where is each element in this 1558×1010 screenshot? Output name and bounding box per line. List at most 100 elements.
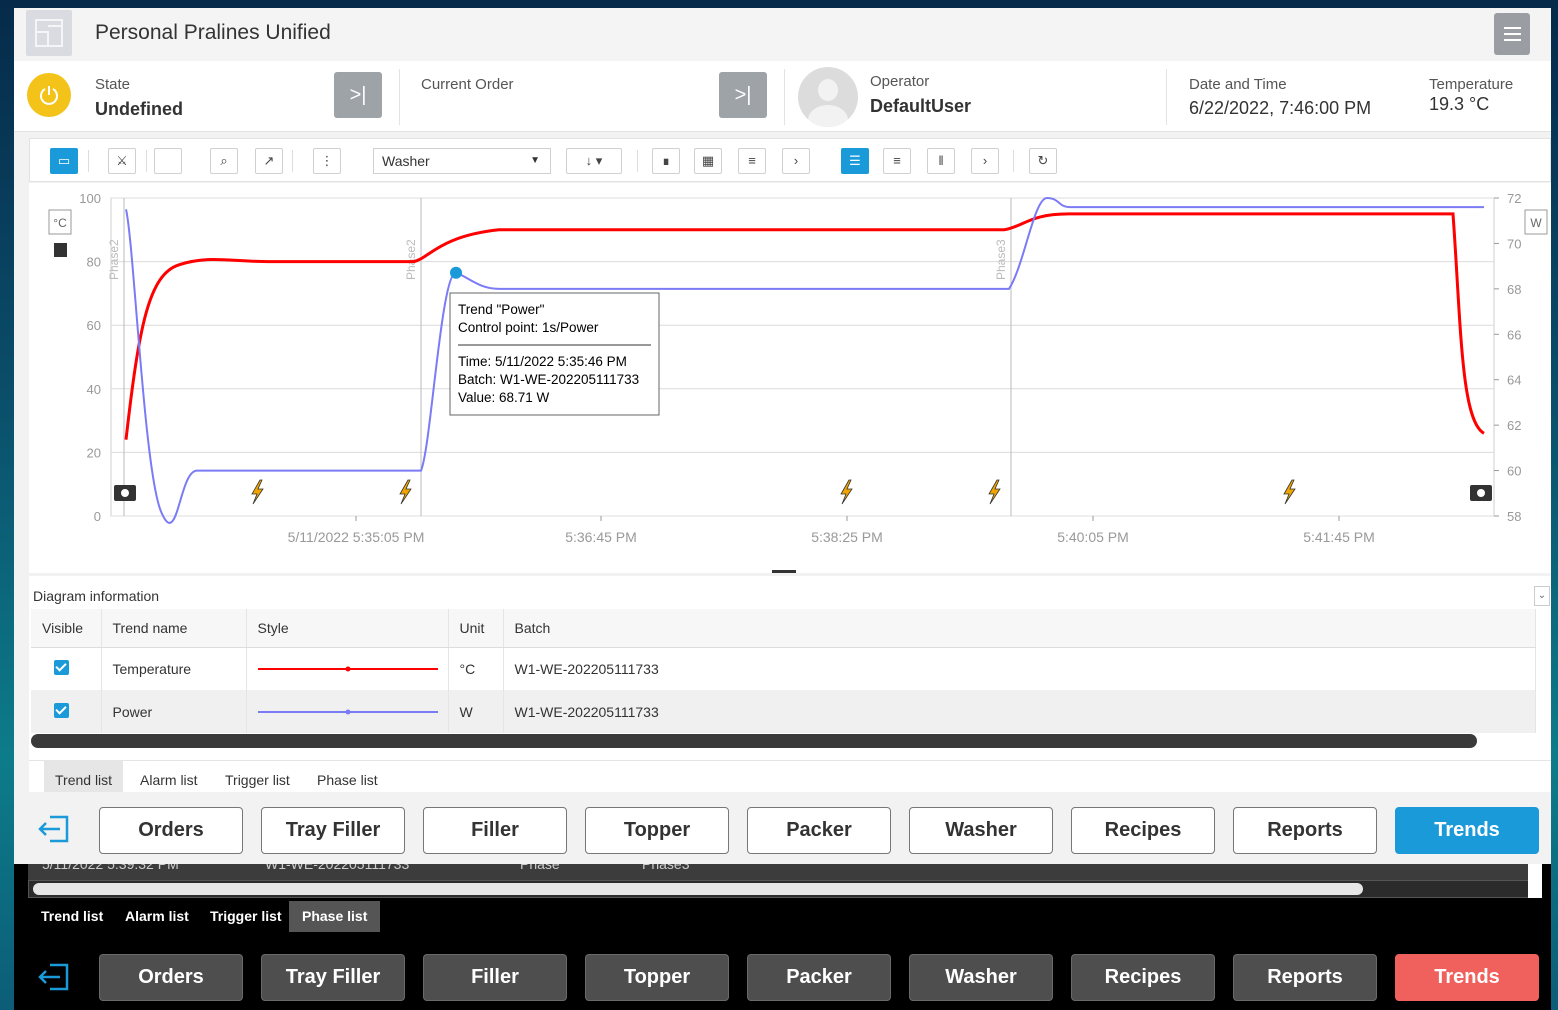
hamburger-menu-button[interactable]	[1494, 13, 1530, 55]
trend-name: Power	[101, 690, 247, 733]
nav-orders-button[interactable]: Orders	[99, 807, 243, 854]
table-row[interactable]: Power W W1-WE-202205111733	[31, 690, 1536, 733]
trend-select[interactable]: Washer ▼	[373, 148, 551, 174]
blank-tool-button[interactable]	[154, 148, 182, 174]
phase-label: Phase2	[107, 239, 121, 280]
operator-label: Operator	[870, 73, 930, 90]
state-value: Undefined	[95, 99, 183, 119]
order-jump-button[interactable]: >|	[719, 72, 767, 118]
bar-chart-full-icon[interactable]: ▦	[694, 148, 722, 174]
nav-reports-button[interactable]: Reports	[1233, 807, 1377, 854]
nav-trends-button[interactable]: Trends	[1395, 807, 1539, 854]
nav-filler-button[interactable]: Filler	[423, 954, 567, 1001]
skip-icon[interactable]: ‖	[927, 148, 955, 174]
selected-data-point	[450, 266, 462, 279]
lightning-icon	[399, 479, 412, 505]
operator-value: DefaultUser	[870, 96, 972, 116]
right-unit-label: W	[1530, 216, 1542, 230]
align-icon[interactable]: ≡	[883, 148, 911, 174]
download-icon[interactable]: ↓ ▾	[566, 148, 622, 174]
dark-tab-trend-list[interactable]: Trend list	[28, 901, 116, 932]
nav-washer-button[interactable]: Washer	[909, 807, 1053, 854]
status-bar: State Undefined >| Current Order >| Oper…	[14, 61, 1551, 132]
row-name: Phase3	[642, 864, 690, 872]
dark-tab-trigger-list[interactable]: Trigger list	[197, 901, 295, 932]
y-left-tick-label: 40	[87, 382, 101, 397]
avatar	[798, 67, 858, 127]
y-right-tick-label: 60	[1507, 464, 1521, 479]
splitter-handle[interactable]	[772, 570, 796, 573]
refresh-icon[interactable]: ↻	[1029, 148, 1057, 174]
nav-tray-filler-button[interactable]: Tray Filler	[261, 954, 405, 1001]
nav-trends-button[interactable]: Trends	[1395, 954, 1539, 1001]
y-right-tick-label: 68	[1507, 282, 1521, 297]
dark-horizontal-scrollbar[interactable]	[28, 880, 1538, 898]
tooltip-line: Batch: W1-WE-202205111733	[458, 372, 639, 387]
camera-lens-icon	[121, 489, 129, 497]
list-view-icon[interactable]: ☰	[841, 148, 869, 174]
state-label: State	[95, 76, 131, 93]
power-icon[interactable]	[27, 73, 71, 117]
bar-chart-icon[interactable]: ∎	[652, 148, 680, 174]
nav-topper-button[interactable]: Topper	[585, 954, 729, 1001]
style-swatch	[246, 647, 449, 690]
y-left-tick-label: 60	[87, 318, 101, 333]
y-left-tick-label: 80	[87, 255, 101, 270]
tooltip-line: Trend "Power"	[458, 302, 545, 317]
y-right-tick-label: 58	[1507, 509, 1521, 524]
chevron-right-icon-2[interactable]: ›	[971, 148, 999, 174]
zoom-icon[interactable]: ⌕	[210, 148, 238, 174]
expand-icon[interactable]: ↗	[255, 148, 283, 174]
nav-orders-button[interactable]: Orders	[99, 954, 243, 1001]
temperature-series-line	[124, 212, 1485, 440]
nav-topper-button[interactable]: Topper	[585, 807, 729, 854]
lightning-icon	[988, 479, 1001, 505]
power-series-line	[125, 196, 1484, 524]
nav-tray-filler-button[interactable]: Tray Filler	[261, 807, 405, 854]
nav-recipes-button[interactable]: Recipes	[1071, 954, 1215, 1001]
logout-icon[interactable]	[36, 962, 70, 992]
state-jump-button[interactable]: >|	[334, 72, 382, 118]
title-bar: Personal Pralines Unified	[14, 8, 1551, 61]
y-right-tick-label: 70	[1507, 236, 1521, 251]
phase-label: Phase3	[994, 239, 1008, 280]
dark-tab-alarm-list[interactable]: Alarm list	[112, 901, 202, 932]
filter-icon[interactable]: ≡	[738, 148, 766, 174]
phase-list-row[interactable]: 5/11/2022 5:39:32 PM W1-WE-202205111733 …	[28, 864, 1538, 880]
dark-vertical-scrollbar[interactable]	[1528, 864, 1542, 898]
chevron-down-icon[interactable]: ⌄	[1534, 586, 1550, 606]
table-row[interactable]: Temperature °C W1-WE-202205111733	[31, 647, 1536, 690]
horizontal-scrollbar[interactable]	[31, 734, 1477, 748]
x-tick-label: 5:41:45 PM	[1303, 529, 1375, 545]
logout-icon[interactable]	[36, 814, 70, 844]
list-tabs: Trend list Alarm list Trigger list Phase…	[29, 760, 1551, 797]
trend-chart[interactable]: 100 80 60 40 20 0 72 70 68 66 64 62 60 58 5/11/2022 5:…	[29, 183, 1551, 573]
settings-sliders-icon[interactable]: ⋮	[313, 148, 341, 174]
chevron-down-icon: ▼	[530, 155, 540, 166]
y-right-tick-label: 64	[1507, 373, 1521, 388]
nav-washer-button[interactable]: Washer	[909, 954, 1053, 1001]
col-visible: Visible	[31, 609, 102, 648]
batch: W1-WE-202205111733	[503, 690, 1536, 733]
nav-packer-button[interactable]: Packer	[747, 807, 891, 854]
nav-recipes-button[interactable]: Recipes	[1071, 807, 1215, 854]
nav-filler-button[interactable]: Filler	[423, 807, 567, 854]
chevron-right-icon[interactable]: ›	[782, 148, 810, 174]
tooltip-line: Control point: 1s/Power	[458, 320, 599, 335]
nav-reports-button[interactable]: Reports	[1233, 954, 1377, 1001]
visible-checkbox[interactable]	[54, 659, 69, 675]
tooltip-line: Value: 68.71 W	[458, 390, 550, 405]
tooltip: Trend "Power" Control point: 1s/Power Time…	[449, 292, 660, 416]
y-left-tick-label: 0	[94, 509, 101, 524]
app-window: Personal Pralines Unified State Undefine…	[14, 8, 1551, 864]
bottom-nav-dark: Orders Tray Filler Filler Topper Packer …	[14, 945, 1551, 1010]
col-batch: Batch	[503, 609, 1536, 648]
legend-list-icon	[54, 243, 67, 257]
visible-checkbox[interactable]	[54, 702, 69, 718]
nav-packer-button[interactable]: Packer	[747, 954, 891, 1001]
x-tick-label: 5:38:25 PM	[811, 529, 883, 545]
x-tick-label: 5:36:45 PM	[565, 529, 637, 545]
ruler-icon[interactable]: ⚔	[108, 148, 136, 174]
dark-tab-phase-list[interactable]: Phase list	[289, 901, 381, 932]
select-mode-icon[interactable]: ▭	[50, 148, 78, 174]
